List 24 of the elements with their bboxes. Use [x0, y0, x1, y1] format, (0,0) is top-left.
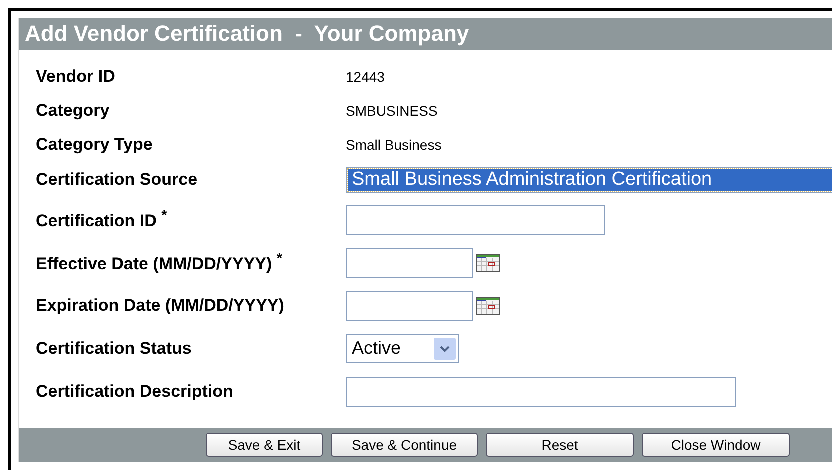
text-field[interactable]	[346, 204, 605, 234]
field-label: Certification Status	[35, 338, 193, 358]
field-label: Certification Description	[35, 382, 234, 402]
field-label: Category	[35, 101, 111, 121]
field-value: 12443	[346, 69, 385, 85]
action-button[interactable]: Save & Continue	[331, 433, 478, 457]
field-label: Category Type	[35, 135, 154, 155]
action-button[interactable]: Save & Exit	[206, 433, 323, 457]
text-field[interactable]	[346, 376, 736, 406]
calendar-icon[interactable]	[476, 254, 500, 272]
field-label: Certification ID $^{*}$	[35, 208, 168, 232]
field-value: SMBUSINESS	[346, 103, 438, 119]
date-field[interactable]	[346, 248, 473, 278]
field-label: Effective Date (MM/DD/YYYY) $^{*}$	[35, 250, 284, 274]
status-dropdown[interactable]: Active	[346, 334, 459, 363]
field-label: Expiration Date (MM/DD/YYYY)	[35, 296, 286, 316]
calendar-icon[interactable]	[476, 296, 500, 314]
date-field[interactable]	[346, 290, 473, 320]
field-label: Vendor ID	[35, 67, 116, 87]
form-title: Add Vendor Certification - Your Company	[19, 18, 832, 50]
action-button[interactable]: Close Window	[642, 433, 790, 457]
field-label: Certification Source	[35, 170, 199, 190]
action-button[interactable]: Reset	[486, 433, 634, 457]
field-value: Small Business	[346, 137, 442, 153]
